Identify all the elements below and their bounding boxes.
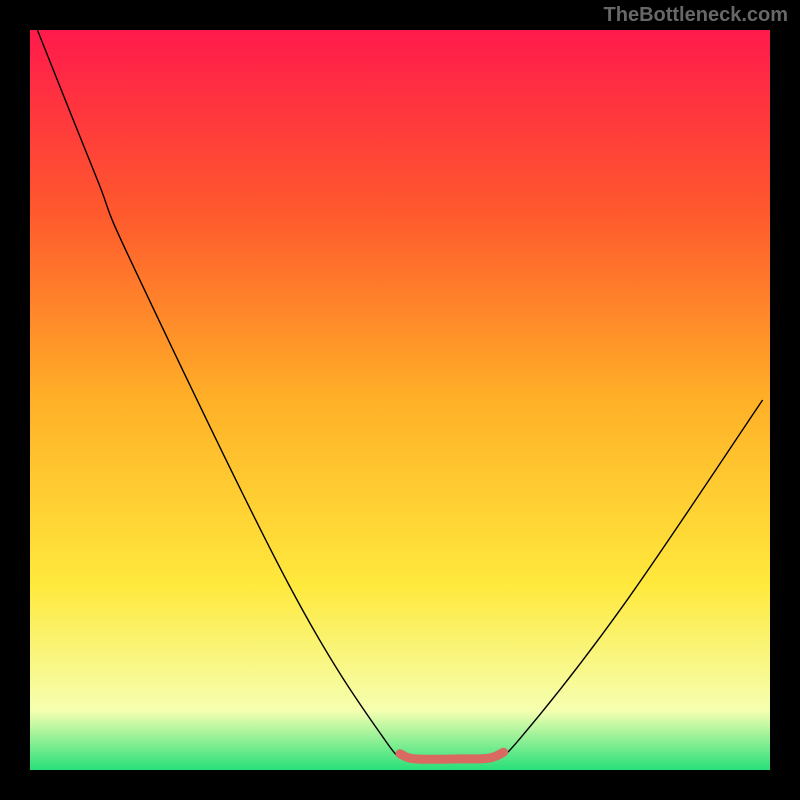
- gradient-background: [30, 30, 770, 770]
- bottleneck-chart: [30, 30, 770, 770]
- watermark-label: TheBottleneck.com: [604, 4, 788, 27]
- chart-container: TheBottleneck.com: [0, 0, 800, 800]
